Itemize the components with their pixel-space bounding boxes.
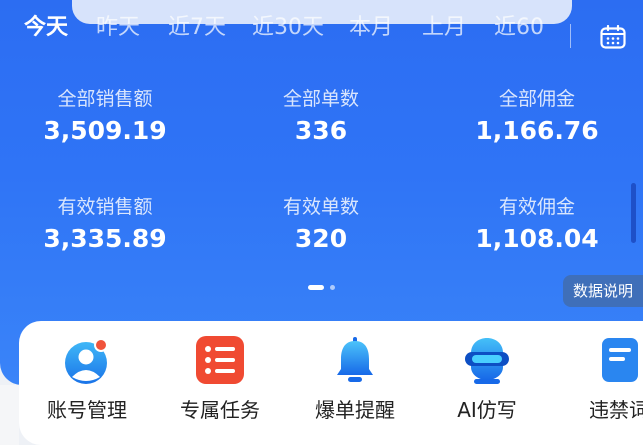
scrollbar[interactable] bbox=[631, 183, 636, 243]
menu-item-ai-rewrite[interactable]: AI仿写 bbox=[427, 333, 547, 423]
stat-value: 3,335.89 bbox=[43, 224, 167, 253]
tab-last-month[interactable]: 上月 bbox=[422, 10, 466, 46]
menu-item-label: 违禁词 bbox=[589, 398, 643, 422]
stat-value: 336 bbox=[294, 116, 348, 145]
stat-value: 1,108.04 bbox=[475, 224, 599, 253]
menu-item-account-management[interactable]: 账号管理 bbox=[27, 333, 147, 423]
stat-total-orders: 全部单数 336 bbox=[221, 86, 421, 148]
page-dot-active[interactable] bbox=[308, 285, 324, 290]
page-dot[interactable] bbox=[330, 285, 335, 290]
menu-item-label: AI仿写 bbox=[457, 398, 517, 422]
quick-menu-card: 账号管理 专属任务 爆单提醒 AI仿写 违禁词 bbox=[19, 321, 643, 445]
stat-label: 有效佣金 bbox=[498, 196, 575, 218]
stat-value: 3,509.19 bbox=[43, 116, 167, 145]
menu-item-label: 账号管理 bbox=[47, 398, 127, 422]
page-background bbox=[0, 385, 19, 445]
menu-item-label: 专属任务 bbox=[180, 398, 260, 422]
menu-item-exclusive-tasks[interactable]: 专属任务 bbox=[160, 333, 280, 423]
page-indicator bbox=[308, 285, 348, 291]
tab-divider bbox=[570, 24, 571, 48]
tab-yesterday[interactable]: 昨天 bbox=[96, 10, 140, 46]
stat-label: 全部销售额 bbox=[57, 88, 153, 110]
tab-last-30-days[interactable]: 近30天 bbox=[252, 10, 324, 46]
calendar-icon[interactable] bbox=[600, 24, 626, 49]
menu-item-label: 爆单提醒 bbox=[315, 398, 395, 422]
stat-value: 1,166.76 bbox=[475, 116, 599, 145]
stat-label: 全部佣金 bbox=[498, 88, 575, 110]
date-range-tabs: 今天 昨天 近7天 近30天 本月 上月 近60 bbox=[0, 10, 643, 49]
menu-item-banned-words[interactable]: 违禁词 bbox=[559, 333, 643, 423]
tab-last-7-days[interactable]: 近7天 bbox=[168, 10, 226, 46]
stat-valid-commission: 有效佣金 1,108.04 bbox=[437, 194, 637, 256]
stat-value: 320 bbox=[294, 224, 348, 253]
tab-this-month[interactable]: 本月 bbox=[349, 10, 393, 46]
task-list-icon bbox=[193, 333, 247, 387]
stat-label: 有效单数 bbox=[282, 196, 359, 218]
account-user-icon bbox=[60, 333, 114, 387]
stat-valid-orders: 有效单数 320 bbox=[221, 194, 421, 256]
menu-item-order-alert[interactable]: 爆单提醒 bbox=[295, 333, 415, 423]
stat-total-commission: 全部佣金 1,166.76 bbox=[437, 86, 637, 148]
tab-today[interactable]: 今天 bbox=[24, 10, 68, 46]
data-note-button[interactable]: 数据说明 bbox=[563, 275, 643, 307]
tab-last-60-days[interactable]: 近60 bbox=[494, 10, 544, 46]
document-icon bbox=[592, 333, 643, 387]
stat-label: 全部单数 bbox=[282, 88, 359, 110]
bell-icon bbox=[328, 333, 382, 387]
stat-valid-sales: 有效销售额 3,335.89 bbox=[5, 194, 205, 256]
stat-label: 有效销售额 bbox=[57, 196, 153, 218]
stat-total-sales: 全部销售额 3,509.19 bbox=[5, 86, 205, 148]
vr-headset-icon bbox=[460, 333, 514, 387]
